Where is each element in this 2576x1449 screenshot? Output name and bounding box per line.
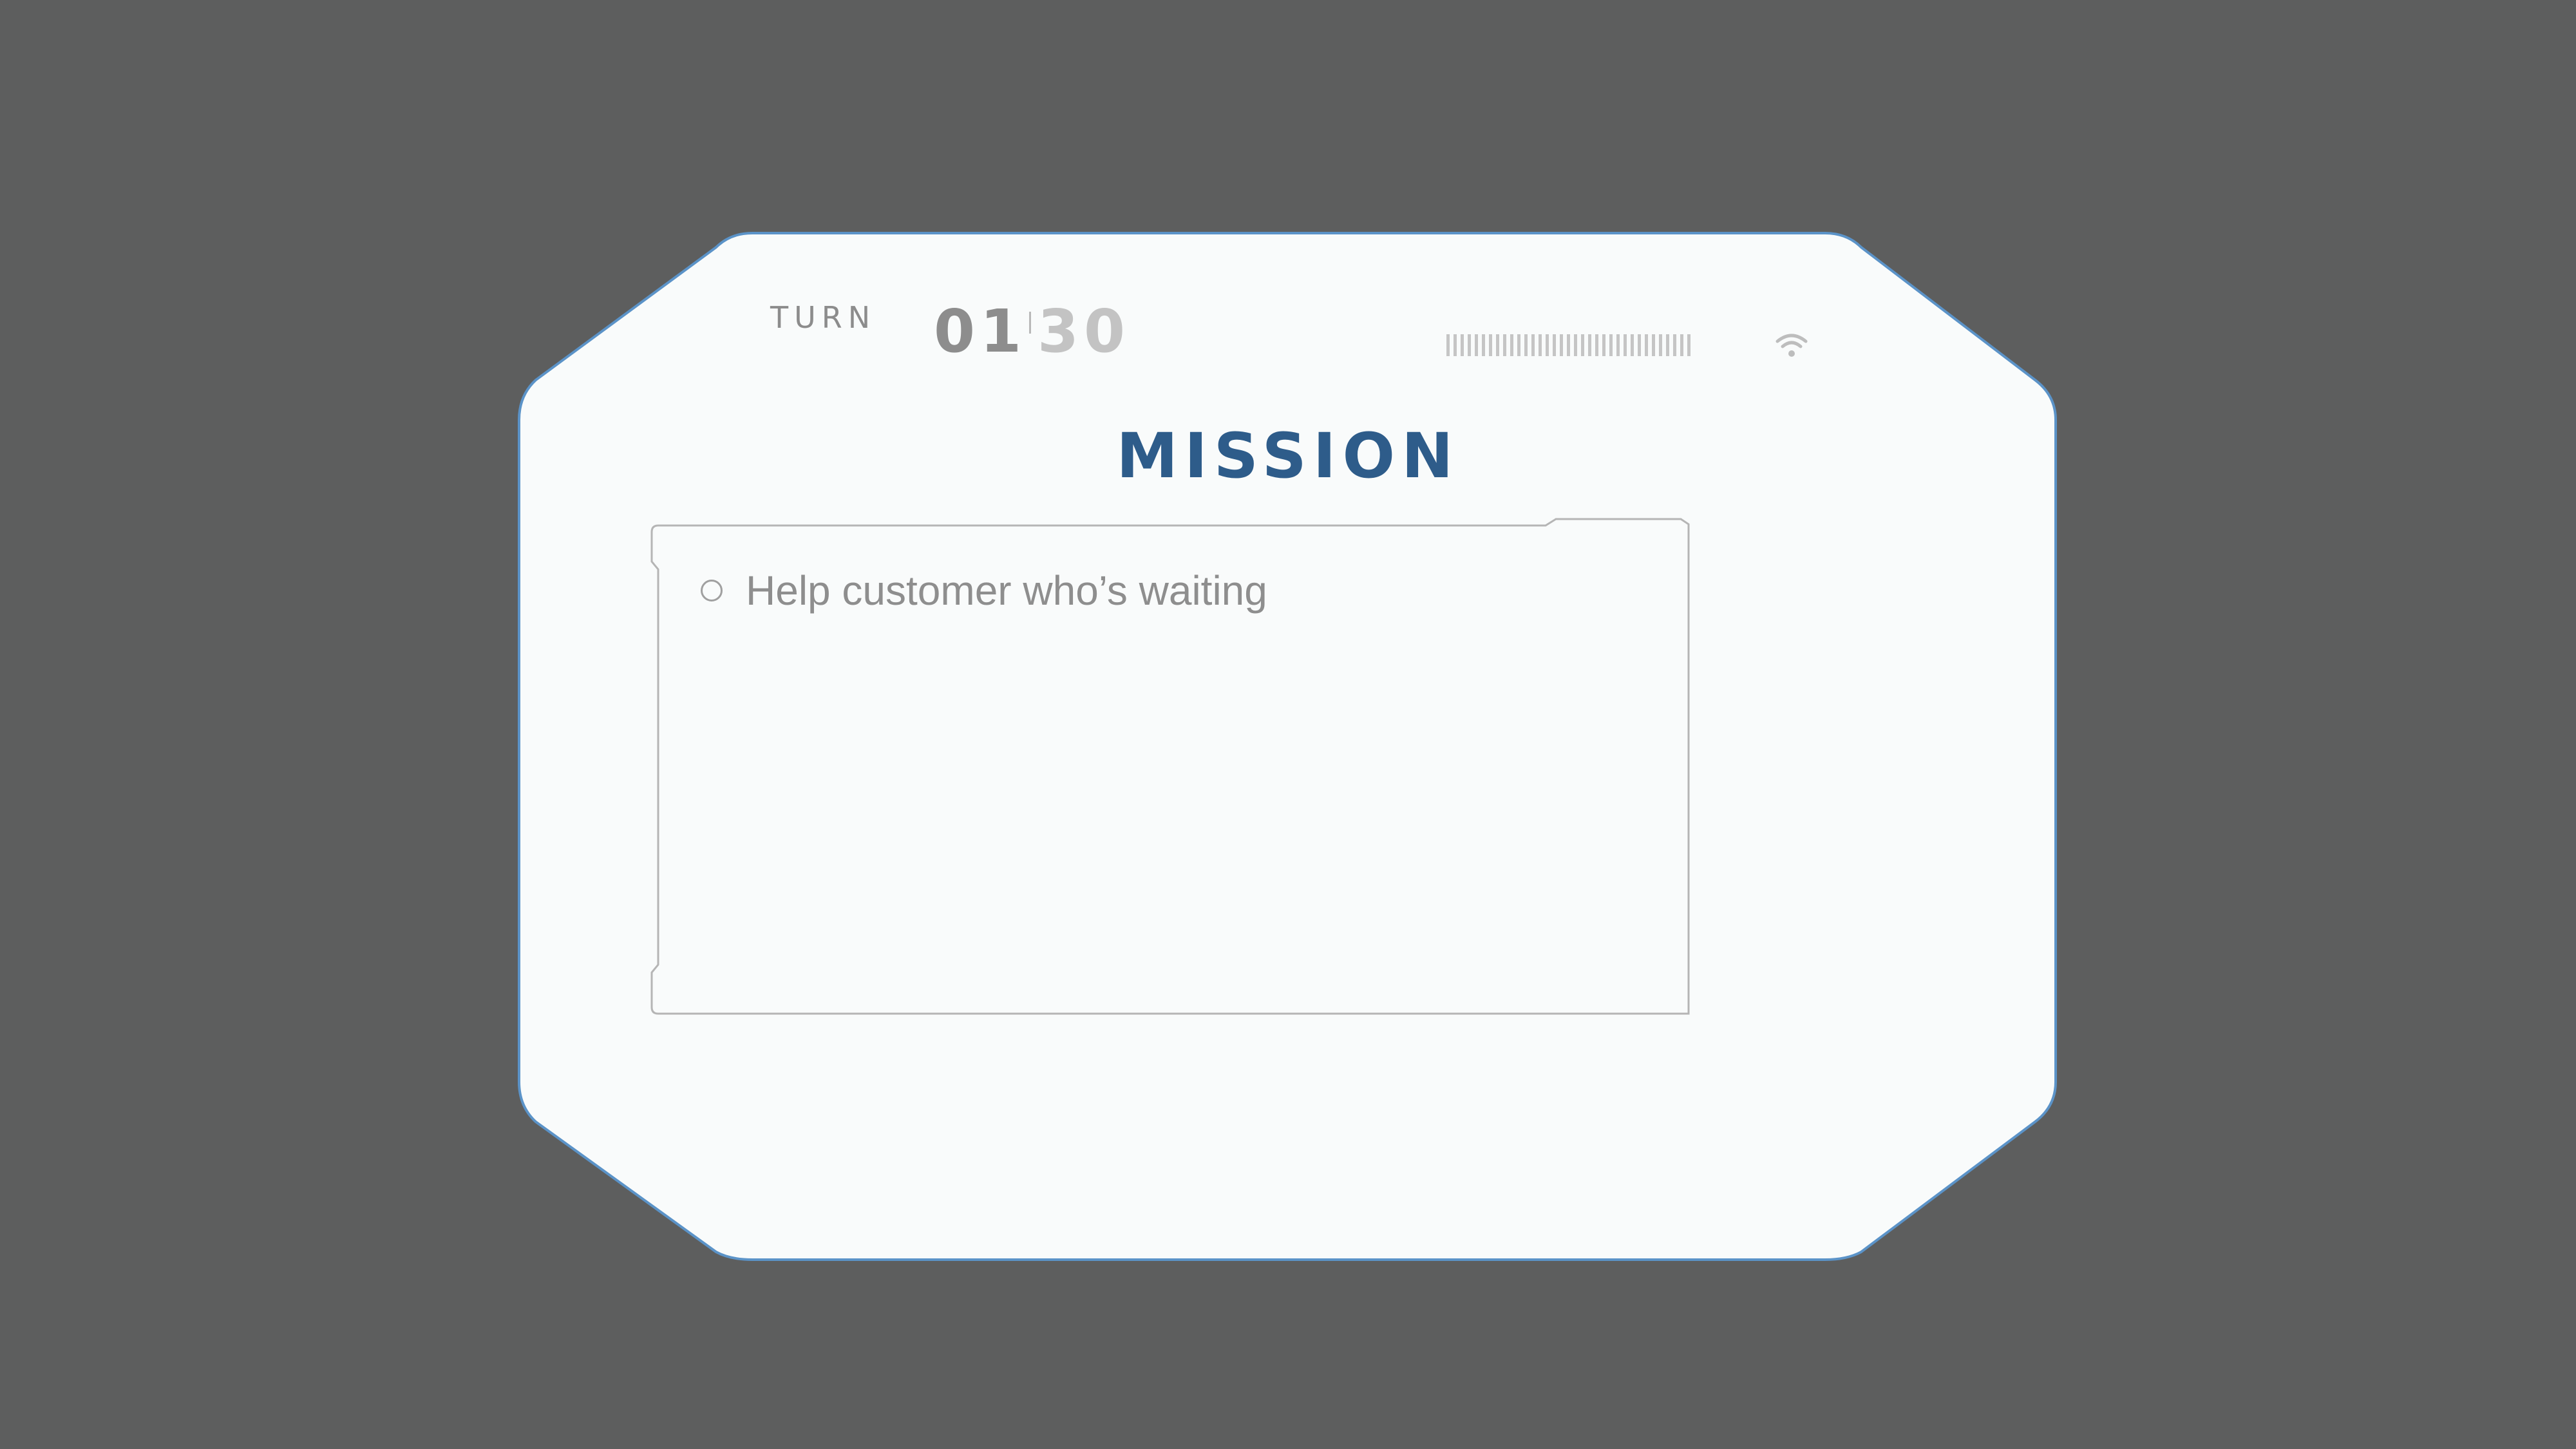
panel-outline xyxy=(518,232,2057,1261)
turn-current: 01 xyxy=(934,297,1027,366)
wifi-icon xyxy=(1776,334,1808,357)
mission-item-label: Help customer who’s waiting xyxy=(746,567,1267,614)
turn-separator xyxy=(1029,312,1032,334)
turn-total: 30 xyxy=(1037,297,1131,366)
turn-label: TURN xyxy=(770,300,876,335)
panel-frame xyxy=(518,232,2057,1261)
screen: TURN 01 30 MISSION Help customer who’s w… xyxy=(0,0,2576,1449)
mission-title: MISSION xyxy=(1116,420,1460,492)
radio-circle-icon[interactable] xyxy=(701,580,723,601)
mission-item[interactable]: Help customer who’s waiting xyxy=(701,570,1267,611)
turn-counter: 01 30 xyxy=(934,297,1131,366)
signal-strength-icon xyxy=(1446,334,1690,356)
